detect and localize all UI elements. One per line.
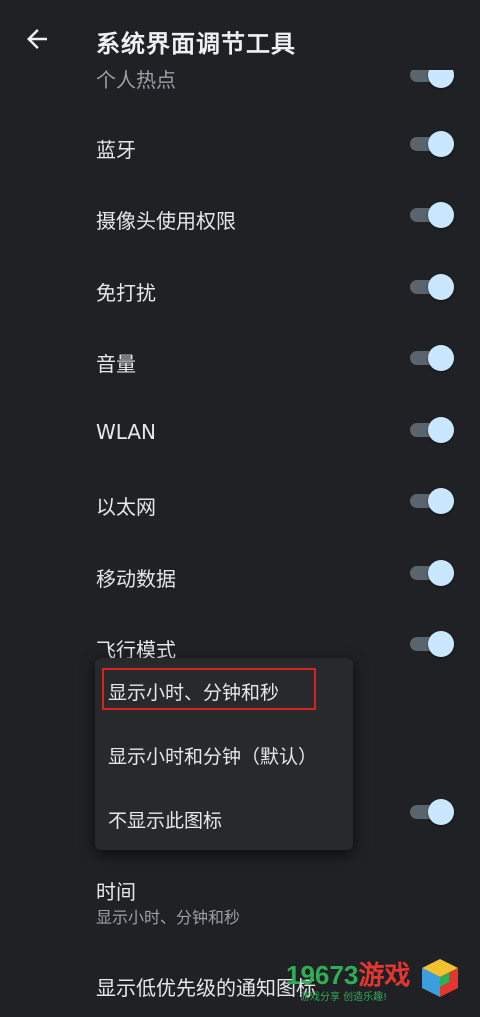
settings-row-volume[interactable]: 音量 xyxy=(0,324,480,396)
time-setting-summary: 显示小时、分钟和秒 xyxy=(96,908,241,927)
highlight-box xyxy=(102,668,316,710)
settings-row-label: 移动数据 xyxy=(96,567,176,591)
menu-option-label: 不显示此图标 xyxy=(108,810,223,832)
settings-row-label: 蓝牙 xyxy=(96,138,136,162)
watermark-logo: 19673游戏 游戏分享 创造乐趣! xyxy=(286,955,466,1013)
time-setting-title: 时间 xyxy=(96,880,136,904)
watermark-text: 19673游戏 xyxy=(286,960,411,990)
toggle-switch[interactable] xyxy=(410,272,456,302)
page-title: 系统界面调节工具 xyxy=(96,30,296,58)
menu-option-label: 显示小时和分钟（默认） xyxy=(108,746,318,768)
cube-icon xyxy=(422,959,458,997)
toggle-switch[interactable] xyxy=(410,558,456,588)
menu-option-hm-default[interactable]: 显示小时和分钟（默认） xyxy=(95,724,353,782)
toggle-switch[interactable] xyxy=(410,129,456,159)
toggle-switch[interactable] xyxy=(410,486,456,516)
toggle-switch[interactable] xyxy=(410,343,456,373)
settings-row-label: WLAN xyxy=(96,420,157,444)
menu-option-hide[interactable]: 不显示此图标 xyxy=(95,788,353,846)
settings-row-label: 免打扰 xyxy=(96,281,156,305)
settings-row-ethernet[interactable]: 以太网 xyxy=(0,467,480,539)
settings-row-time[interactable]: 时间 显示小时、分钟和秒 xyxy=(0,866,480,936)
settings-row-wlan[interactable]: WLAN xyxy=(0,396,480,468)
settings-row-low-priority[interactable]: 显示低优先级的通知图标 xyxy=(96,972,316,1001)
settings-row-label: 音量 xyxy=(96,352,136,376)
settings-row-label: 摄像头使用权限 xyxy=(96,209,236,233)
arrow-left-icon[interactable] xyxy=(22,24,52,54)
settings-row-mobile-data[interactable]: 移动数据 xyxy=(0,539,480,611)
settings-row-bluetooth[interactable]: 蓝牙 xyxy=(0,110,480,182)
app-bar: 系统界面调节工具 xyxy=(0,0,480,70)
toggle-switch[interactable] xyxy=(410,797,456,827)
toggle-switch[interactable] xyxy=(410,200,456,230)
toggle-switch[interactable] xyxy=(410,629,456,659)
settings-row-camera[interactable]: 摄像头使用权限 xyxy=(0,181,480,253)
settings-row-dnd[interactable]: 免打扰 xyxy=(0,253,480,325)
toggle-switch[interactable] xyxy=(410,415,456,445)
settings-row-label: 以太网 xyxy=(96,495,156,519)
watermark-slogan: 游戏分享 创造乐趣! xyxy=(300,992,388,1003)
